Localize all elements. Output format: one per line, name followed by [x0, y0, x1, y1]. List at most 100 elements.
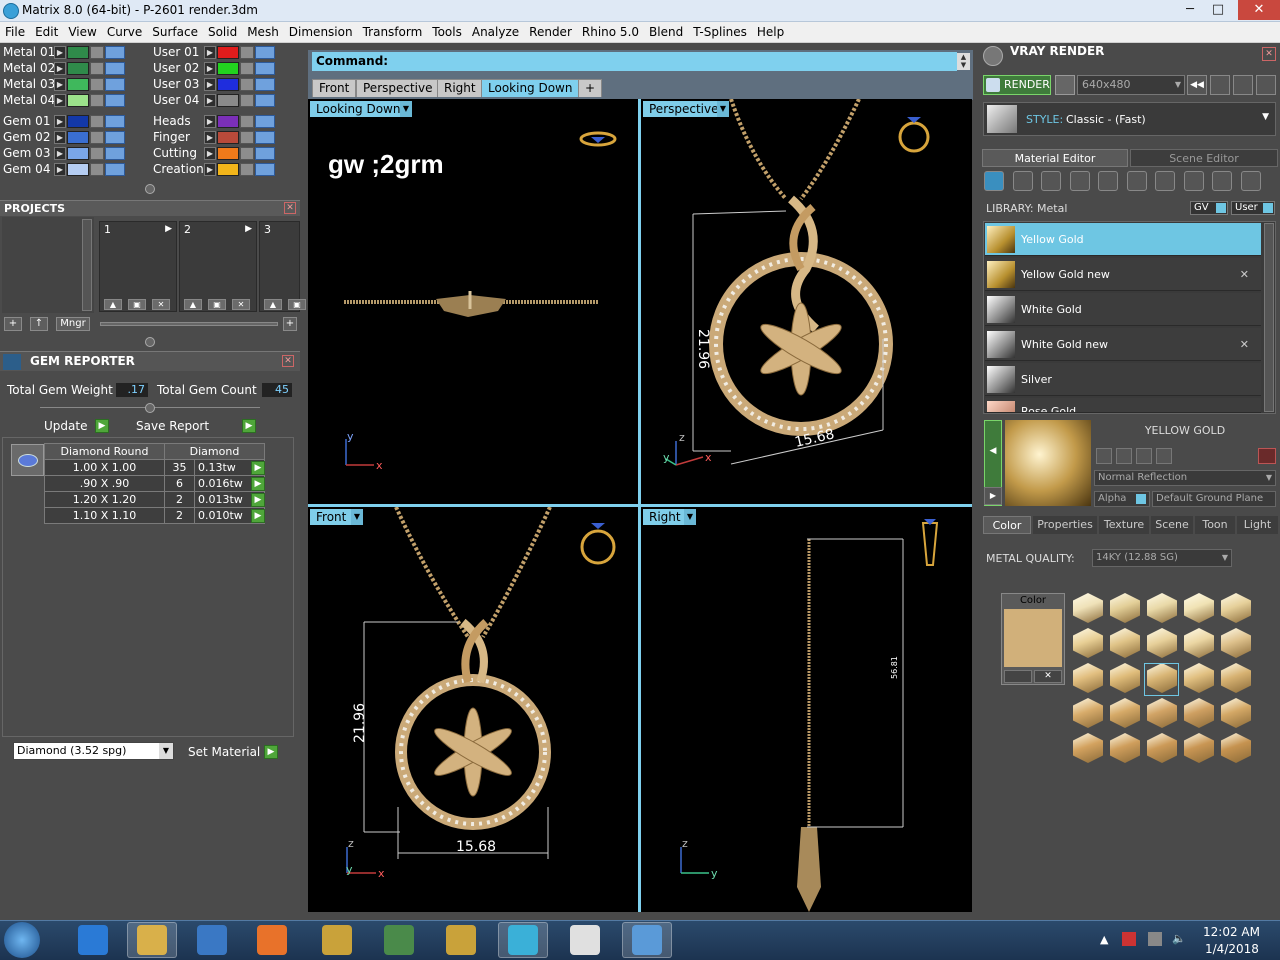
tab-color[interactable]: Color [983, 516, 1031, 534]
tab-material-editor[interactable]: Material Editor [982, 149, 1128, 167]
layer-color-swatch[interactable] [217, 62, 239, 75]
row-go-button[interactable]: ▶ [251, 509, 265, 523]
rewind-icon[interactable]: ◀◀ [1187, 75, 1207, 95]
expand-icon[interactable]: ▶ [54, 163, 66, 176]
expand-icon[interactable]: ▶ [204, 78, 216, 91]
update-go-button[interactable]: ▶ [95, 419, 109, 433]
layer-row[interactable]: Metal 04 ▶ [0, 93, 148, 108]
project-slot[interactable]: 1 ▶ ▲ ▣ ✕ [99, 221, 177, 312]
import-icon[interactable] [1156, 448, 1172, 464]
clock-date[interactable]: 1/4/2018 [1205, 942, 1259, 956]
menu-tools[interactable]: Tools [427, 22, 467, 39]
color-wheel-icon[interactable] [1004, 670, 1032, 683]
tab-perspective[interactable]: Perspective [356, 79, 440, 97]
save-report-button[interactable]: Save Report [136, 418, 209, 434]
expand-icon[interactable]: ▶ [984, 487, 1002, 505]
viewport-front[interactable]: Front ▼ 21.96 15.68 z x y [308, 507, 638, 912]
minimize-button[interactable]: ─ [1176, 0, 1204, 20]
project-slot[interactable]: 2 ▶ ▲ ▣ ✕ [179, 221, 257, 312]
tab-front[interactable]: Front [312, 79, 357, 97]
layer-row[interactable]: Gem 02 ▶ [0, 130, 148, 145]
texture-icon[interactable] [1155, 171, 1175, 191]
visibility-toggle[interactable] [105, 131, 125, 144]
expand-icon[interactable]: ▶ [204, 94, 216, 107]
expand-icon[interactable]: ▶ [54, 131, 66, 144]
save-icon[interactable]: ▣ [128, 299, 146, 310]
layer-row[interactable]: Cutting ▶ [150, 146, 298, 161]
up-arrow-button[interactable]: ↑ [30, 317, 48, 331]
expand-icon[interactable]: ▶ [54, 78, 66, 91]
list-item[interactable]: White Gold [985, 293, 1261, 326]
plain-icon[interactable] [1069, 171, 1090, 191]
metal-icon[interactable] [984, 171, 1004, 191]
menu-curve[interactable]: Curve [102, 22, 147, 39]
lock-icon[interactable] [90, 147, 104, 160]
menu-dimension[interactable]: Dimension [284, 22, 358, 39]
lock-icon[interactable] [240, 163, 254, 176]
visibility-toggle[interactable] [105, 62, 125, 75]
save-icon[interactable]: ▣ [288, 299, 306, 310]
save-icon[interactable] [1096, 448, 1112, 464]
clock-time[interactable]: 12:02 AM [1203, 925, 1260, 939]
collapse-toggle[interactable] [145, 337, 155, 347]
viewport-perspective[interactable]: Perspective ▼ 21.96 15.68 z x y [641, 99, 972, 504]
close-icon[interactable]: ✕ [1262, 47, 1276, 61]
command-line[interactable]: Command: [312, 52, 957, 71]
viewport-splitter[interactable] [308, 504, 972, 507]
cube-icon[interactable] [1212, 171, 1232, 191]
tab-light[interactable]: Light [1237, 516, 1278, 534]
lock-icon[interactable] [240, 147, 254, 160]
expand-icon[interactable]: ▶ [204, 163, 216, 176]
lock-icon[interactable] [240, 115, 254, 128]
close-icon[interactable]: ✕ [1240, 328, 1249, 361]
save-report-go-button[interactable]: ▶ [242, 419, 256, 433]
layer-color-swatch[interactable] [67, 94, 89, 107]
list-item[interactable]: White Gold new ✕ [985, 328, 1261, 361]
volume-icon[interactable]: 🔈 [1172, 932, 1186, 945]
layer-color-swatch[interactable] [217, 115, 239, 128]
list-item[interactable]: Rose Gold [985, 398, 1261, 413]
export-icon[interactable] [1136, 448, 1152, 464]
layer-row[interactable]: Metal 03 ▶ [0, 77, 148, 92]
style-select[interactable]: STYLE: Classic - (Fast) ▼ [983, 102, 1276, 136]
lock-icon[interactable] [240, 94, 254, 107]
lock-icon[interactable] [240, 78, 254, 91]
tab-toon[interactable]: Toon [1195, 516, 1235, 534]
refresh-icon[interactable] [1258, 448, 1276, 464]
pattern-icon[interactable] [1126, 171, 1147, 191]
tab-texture[interactable]: Texture [1099, 516, 1149, 534]
visibility-toggle[interactable] [105, 115, 125, 128]
lock-icon[interactable] [240, 46, 254, 59]
expand-icon[interactable]: ▶ [204, 46, 216, 59]
collapse-toggle[interactable] [145, 403, 155, 413]
tab-scene-editor[interactable]: Scene Editor [1130, 149, 1278, 167]
clear-icon[interactable]: ✕ [1034, 670, 1062, 683]
material-list-scrollbar[interactable] [1264, 223, 1274, 412]
gv-toggle[interactable]: GV [1190, 201, 1228, 215]
menu-tsplines[interactable]: T-Splines [688, 22, 752, 39]
projects-scrollbar[interactable] [82, 219, 92, 311]
lock-icon[interactable] [90, 163, 104, 176]
ground-plane-toggle[interactable]: Default Ground Plane [1152, 491, 1276, 507]
visibility-toggle[interactable] [255, 78, 275, 91]
layer-row[interactable]: User 01 ▶ [150, 45, 298, 60]
layer-color-swatch[interactable] [67, 147, 89, 160]
visibility-toggle[interactable] [105, 147, 125, 160]
visibility-toggle[interactable] [105, 78, 125, 91]
layer-row[interactable]: Heads ▶ [150, 114, 298, 129]
layer-row[interactable]: User 03 ▶ [150, 77, 298, 92]
visibility-toggle[interactable] [255, 46, 275, 59]
layer-color-swatch[interactable] [67, 62, 89, 75]
layer-row[interactable]: Finger ▶ [150, 130, 298, 145]
menu-edit[interactable]: Edit [30, 22, 63, 39]
up-icon[interactable]: ▲ [184, 299, 202, 310]
lock-icon[interactable] [90, 131, 104, 144]
lock-icon[interactable] [90, 94, 104, 107]
list-item[interactable]: Yellow Gold [985, 223, 1261, 256]
layer-row[interactable]: Gem 01 ▶ [0, 114, 148, 129]
visibility-toggle[interactable] [105, 94, 125, 107]
flag-icon[interactable] [1122, 932, 1136, 946]
camera-icon[interactable] [1055, 75, 1075, 95]
visibility-toggle[interactable] [105, 163, 125, 176]
visibility-toggle[interactable] [255, 131, 275, 144]
